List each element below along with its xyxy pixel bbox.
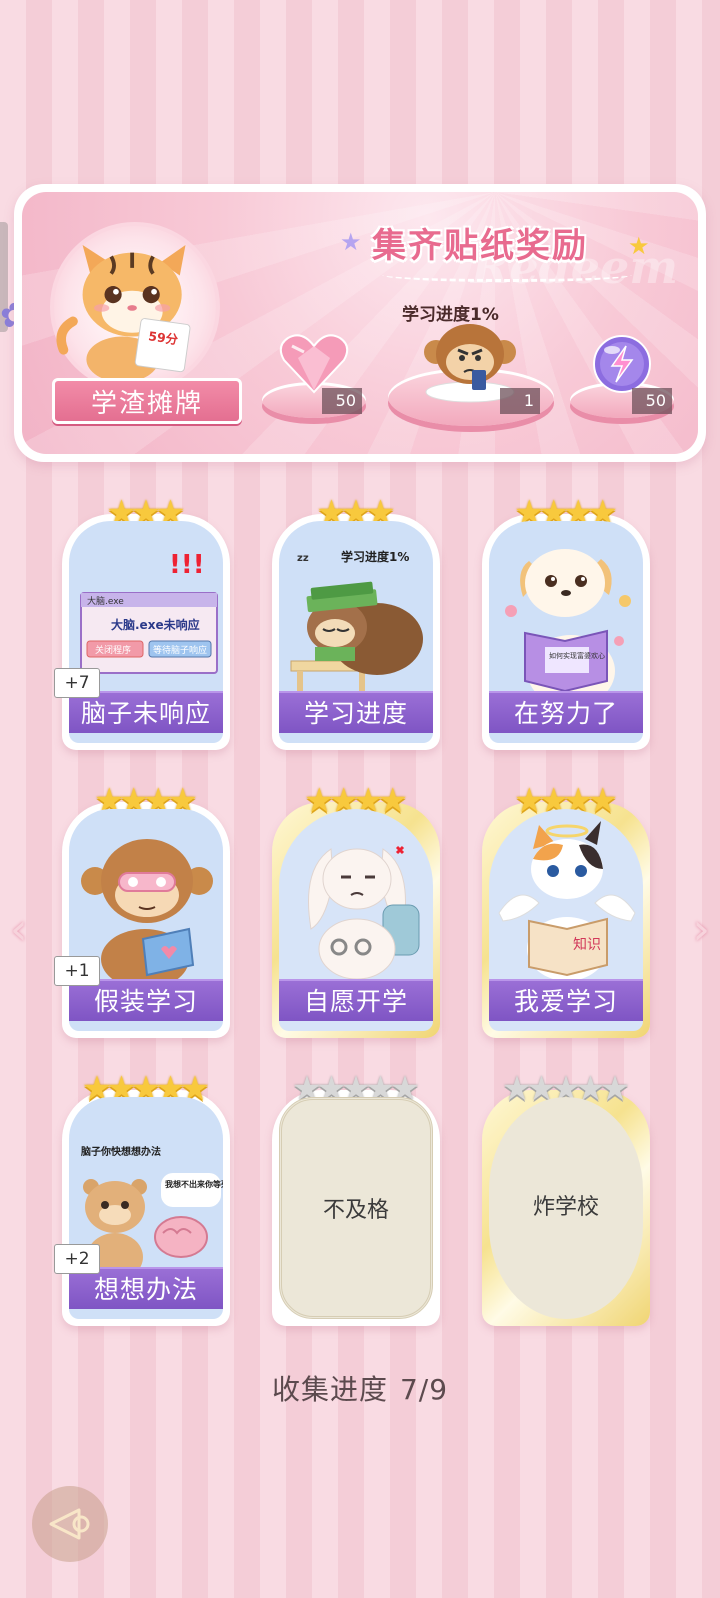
next-page-arrow-icon[interactable]: › — [692, 908, 710, 952]
sticker-card-locked-failed[interactable]: ★★★★★ 不及格 — [272, 1072, 440, 1326]
progress-value: 7/9 — [399, 1373, 449, 1406]
tiger-illustration: 59分 — [56, 245, 191, 383]
collection-progress: 收集进度 7/9 — [0, 1368, 720, 1408]
back-arrow-icon — [49, 1508, 90, 1540]
popup-text: 大脑.exe未响应 — [111, 617, 200, 632]
sticker-name: 不及格 — [322, 1198, 389, 1223]
duplicate-count: +1 — [54, 956, 100, 986]
sticker-reward-panel: Redeem ★ 集齐贴纸奖励 ★ 59分 学渣摊牌 50 学习进度1% 1 5… — [14, 184, 706, 462]
star-icon: ★ — [628, 232, 650, 260]
caption-text: 学习进度1% — [341, 549, 409, 564]
sticker-card-study-progress[interactable]: ★★★ zz 学习进度1% 学习进度 — [272, 496, 440, 750]
sticker-card-love-study[interactable]: ★★★★ 知识 我爱学习 — [482, 784, 650, 1038]
sticker-name: 自愿开学 — [279, 979, 433, 1021]
popup-button: 关闭程序 — [95, 644, 131, 656]
reward-count: 50 — [322, 388, 362, 414]
sticker-card-pretend-study[interactable]: ★★★★ 假装学习 +1 — [54, 784, 230, 1038]
sticker-card-voluntary-school[interactable]: ★★★★ 自愿开学 — [272, 784, 440, 1038]
sticker-name: 炸学校 — [532, 1195, 599, 1220]
book-title: 知识 — [573, 936, 601, 953]
tiger-portrait[interactable]: 59分 — [50, 222, 220, 392]
sticker-name: 在努力了 — [489, 691, 643, 733]
reward-count: 50 — [632, 388, 672, 414]
sticker-card-brain-not-responding[interactable]: ★★★ !!! 大脑.exe 大脑.exe未响应 关闭程序 等待脑子响应 脑子未… — [54, 496, 230, 750]
prev-page-arrow-icon[interactable]: ‹ — [10, 908, 28, 952]
sticker-name: 学习进度 — [279, 691, 433, 733]
sticker-name: 我爱学习 — [489, 979, 643, 1021]
heart-gem-icon[interactable] — [278, 330, 350, 396]
sticker-card-think-of-way[interactable]: ★★★★★ 脑子你快想想办法 我想不出来你等死吧 想想办法 +2 — [54, 1072, 230, 1326]
title-underline — [382, 268, 632, 282]
speech-bubble: 脑子你快想想办法 — [81, 1145, 161, 1158]
energy-orb-icon[interactable] — [590, 332, 654, 396]
popup-button: 等待脑子响应 — [153, 644, 207, 656]
zz-text: zz — [297, 553, 309, 564]
duplicate-count: +7 — [54, 668, 100, 698]
book-title: 如何实现富婆欢心 — [549, 651, 605, 660]
reward-badge: 学渣摊牌 — [52, 378, 242, 424]
sticker-card-locked-bomb-school[interactable]: ★★★★★ 炸学校 — [482, 1072, 650, 1326]
star-icon: ★ — [340, 228, 362, 256]
back-button[interactable] — [32, 1486, 108, 1562]
speech-bubble: 我想不出来你等死吧 — [165, 1179, 223, 1189]
svg-text:!!!: !!! — [169, 550, 205, 580]
duplicate-count: +2 — [54, 1244, 100, 1274]
sticker-card-trying-hard[interactable]: ★★★★ 如何实现富婆欢心 在努力了 — [482, 496, 650, 750]
reward-count: 1 — [500, 388, 540, 414]
popup-title: 大脑.exe — [87, 595, 124, 607]
reward-title: 集齐贴纸奖励 — [372, 226, 588, 266]
progress-label: 收集进度 — [271, 1373, 388, 1406]
